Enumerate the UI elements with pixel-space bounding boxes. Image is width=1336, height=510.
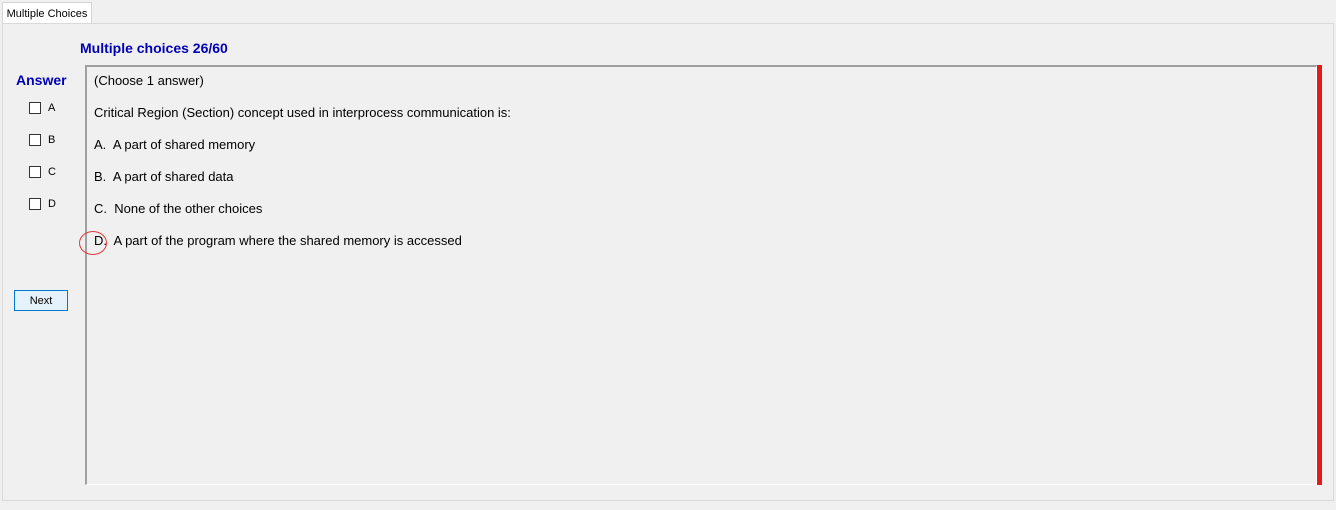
tab-label: Multiple Choices — [6, 7, 88, 20]
checkbox-a[interactable] — [29, 102, 41, 114]
answer-option-d[interactable]: D — [29, 198, 56, 210]
checkbox-b[interactable] — [29, 134, 41, 146]
choice-b: B. A part of shared data — [94, 169, 234, 184]
checkbox-c[interactable] — [29, 166, 41, 178]
question-panel — [85, 65, 1317, 485]
next-button[interactable]: Next — [14, 290, 68, 311]
question-text: Critical Region (Section) concept used i… — [94, 105, 511, 120]
answer-option-a[interactable]: A — [29, 102, 55, 114]
question-instruction: (Choose 1 answer) — [94, 73, 204, 88]
scrollbar-marker — [1317, 65, 1322, 485]
choice-letter: A. — [94, 137, 107, 152]
answer-option-b[interactable]: B — [29, 134, 55, 146]
choice-text: A part of the program where the shared m… — [113, 233, 462, 248]
choice-a: A. A part of shared memory — [94, 137, 255, 152]
page-title: Multiple choices 26/60 — [80, 40, 228, 56]
choice-text: None of the other choices — [114, 201, 263, 216]
tab-multiple-choices[interactable]: Multiple Choices — [2, 2, 92, 24]
answer-option-label: D — [48, 198, 56, 210]
answer-option-label: A — [48, 102, 56, 114]
answer-option-c[interactable]: C — [29, 166, 56, 178]
answer-option-label: C — [48, 166, 56, 178]
choice-letter: C. — [94, 201, 107, 216]
choice-c: C. None of the other choices — [94, 201, 262, 216]
choice-letter: B. — [94, 169, 107, 184]
annotation-circle — [79, 231, 107, 255]
checkbox-d[interactable] — [29, 198, 41, 210]
answer-option-label: B — [48, 134, 56, 146]
choice-text: A part of shared memory — [112, 137, 256, 152]
choice-text: A part of shared data — [112, 169, 234, 184]
choice-d: D. A part of the program where the share… — [94, 233, 462, 248]
answer-label: Answer — [16, 72, 67, 88]
